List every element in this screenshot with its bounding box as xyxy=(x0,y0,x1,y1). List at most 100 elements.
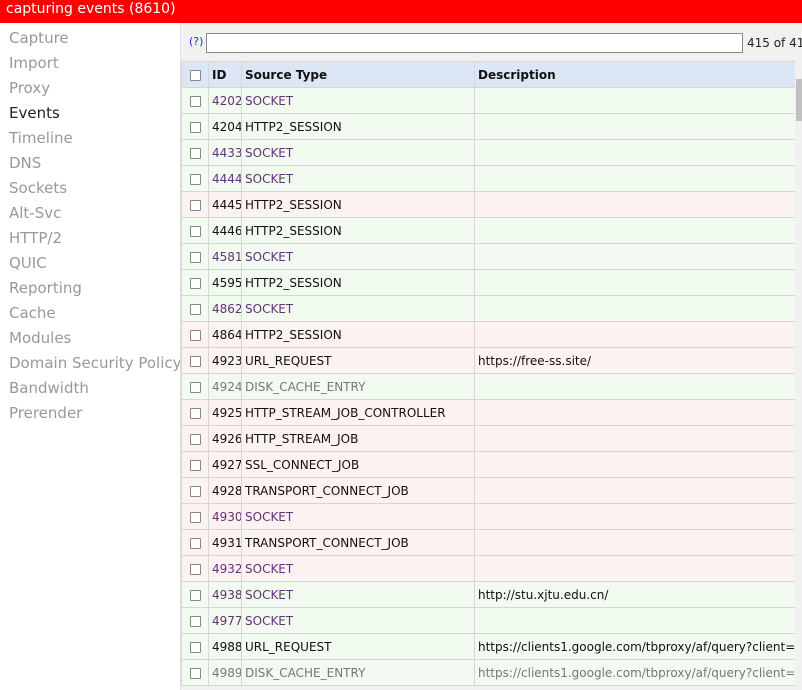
row-checkbox[interactable] xyxy=(189,485,201,497)
sidebar-item-cache[interactable]: Cache xyxy=(0,302,180,327)
row-id: 4864 xyxy=(208,321,242,348)
row-select-cell xyxy=(181,217,209,244)
select-all-checkbox[interactable] xyxy=(189,69,201,81)
table-row[interactable]: 4930 SOCKET xyxy=(181,503,802,530)
table-row[interactable]: 4928 TRANSPORT_CONNECT_JOB xyxy=(181,477,802,504)
table-row[interactable]: 4931 TRANSPORT_CONNECT_JOB xyxy=(181,529,802,556)
sidebar-item-import[interactable]: Import xyxy=(0,52,180,77)
row-checkbox[interactable] xyxy=(189,121,201,133)
table-row[interactable]: 4202 SOCKET xyxy=(181,87,802,114)
table-row[interactable]: 4445 HTTP2_SESSION xyxy=(181,191,802,218)
row-select-cell xyxy=(181,165,209,192)
sidebar-item-capture[interactable]: Capture xyxy=(0,27,180,52)
row-checkbox[interactable] xyxy=(189,355,201,367)
row-id: 4927 xyxy=(208,451,242,478)
row-checkbox[interactable] xyxy=(189,95,201,107)
table-row[interactable]: 4581 SOCKET xyxy=(181,243,802,270)
sidebar-item-timeline[interactable]: Timeline xyxy=(0,127,180,152)
row-select-cell xyxy=(181,87,209,114)
table-row[interactable]: 4923 URL_REQUEST https://free-ss.site/ xyxy=(181,347,802,374)
row-checkbox[interactable] xyxy=(189,199,201,211)
sidebar-item-reporting[interactable]: Reporting xyxy=(0,277,180,302)
row-id: 4446 xyxy=(208,217,242,244)
row-id: 4862 xyxy=(208,295,242,322)
table-row[interactable]: 4938 SOCKET http://stu.xjtu.edu.cn/ xyxy=(181,581,802,608)
sidebar-item-proxy[interactable]: Proxy xyxy=(0,77,180,102)
row-select-cell xyxy=(181,347,209,374)
row-checkbox[interactable] xyxy=(189,433,201,445)
sidebar-item-http-2[interactable]: HTTP/2 xyxy=(0,227,180,252)
row-select-cell xyxy=(181,477,209,504)
row-checkbox[interactable] xyxy=(189,511,201,523)
column-header-source-type[interactable]: Source Type xyxy=(241,61,475,88)
sidebar-item-prerender[interactable]: Prerender xyxy=(0,402,180,427)
sidebar-item-dns[interactable]: DNS xyxy=(0,152,180,177)
row-source-type: HTTP2_SESSION xyxy=(241,217,475,244)
row-select-cell xyxy=(181,451,209,478)
sidebar-item-quic[interactable]: QUIC xyxy=(0,252,180,277)
row-checkbox[interactable] xyxy=(189,589,201,601)
row-id: 4924 xyxy=(208,373,242,400)
row-source-type: SOCKET xyxy=(241,503,475,530)
table-row[interactable]: 4977 SOCKET xyxy=(181,607,802,634)
row-source-type: SOCKET xyxy=(241,581,475,608)
row-description xyxy=(474,399,802,426)
row-id: 4977 xyxy=(208,607,242,634)
sidebar-item-alt-svc[interactable]: Alt-Svc xyxy=(0,202,180,227)
row-checkbox[interactable] xyxy=(189,537,201,549)
sidebar-item-events[interactable]: Events xyxy=(0,102,180,127)
row-select-cell xyxy=(181,373,209,400)
row-checkbox[interactable] xyxy=(189,225,201,237)
table-row[interactable]: 4446 HTTP2_SESSION xyxy=(181,217,802,244)
row-source-type: URL_REQUEST xyxy=(241,633,475,660)
table-row[interactable]: 4444 SOCKET xyxy=(181,165,802,192)
table-row[interactable]: 4862 SOCKET xyxy=(181,295,802,322)
row-checkbox[interactable] xyxy=(189,303,201,315)
row-select-cell xyxy=(181,529,209,556)
sidebar-item-domain-security-policy[interactable]: Domain Security Policy xyxy=(0,352,182,377)
row-id: 4444 xyxy=(208,165,242,192)
row-description xyxy=(474,321,802,348)
row-source-type: TRANSPORT_CONNECT_JOB xyxy=(241,477,475,504)
table-row[interactable]: 4989 DISK_CACHE_ENTRY https://clients1.goo… xyxy=(181,659,802,686)
row-checkbox[interactable] xyxy=(189,563,201,575)
table-row[interactable]: 4927 SSL_CONNECT_JOB xyxy=(181,451,802,478)
sidebar-item-bandwidth[interactable]: Bandwidth xyxy=(0,377,180,402)
table-row[interactable]: 4864 HTTP2_SESSION xyxy=(181,321,802,348)
row-description xyxy=(474,555,802,582)
sidebar-item-modules[interactable]: Modules xyxy=(0,327,180,352)
table-row[interactable]: 4932 SOCKET xyxy=(181,555,802,582)
filter-count: 415 of 415 xyxy=(747,36,802,50)
row-checkbox[interactable] xyxy=(189,407,201,419)
row-checkbox[interactable] xyxy=(189,251,201,263)
row-checkbox[interactable] xyxy=(189,459,201,471)
row-source-type: HTTP2_SESSION xyxy=(241,269,475,296)
row-description xyxy=(474,529,802,556)
row-checkbox[interactable] xyxy=(189,641,201,653)
row-checkbox[interactable] xyxy=(189,615,201,627)
table-row[interactable]: 4925 HTTP_STREAM_JOB_CONTROLLER xyxy=(181,399,802,426)
row-checkbox[interactable] xyxy=(189,147,201,159)
row-checkbox[interactable] xyxy=(189,329,201,341)
row-checkbox[interactable] xyxy=(189,173,201,185)
table-row[interactable]: 4204 HTTP2_SESSION xyxy=(181,113,802,140)
table-row[interactable]: 4988 URL_REQUEST https://clients1.google.c… xyxy=(181,633,802,660)
table-scrollbar[interactable] xyxy=(795,61,802,690)
filter-help-link[interactable]: (?) xyxy=(189,35,203,48)
row-description xyxy=(474,217,802,244)
sidebar-item-sockets[interactable]: Sockets xyxy=(0,177,180,202)
table-row[interactable]: 4595 HTTP2_SESSION xyxy=(181,269,802,296)
scrollbar-thumb[interactable] xyxy=(796,79,802,121)
filter-input[interactable] xyxy=(206,33,743,53)
row-checkbox[interactable] xyxy=(189,667,201,679)
table-row[interactable]: 4433 SOCKET xyxy=(181,139,802,166)
row-source-type: SOCKET xyxy=(241,243,475,270)
row-checkbox[interactable] xyxy=(189,381,201,393)
row-id: 4932 xyxy=(208,555,242,582)
table-row[interactable]: 4926 HTTP_STREAM_JOB xyxy=(181,425,802,452)
row-checkbox[interactable] xyxy=(189,277,201,289)
column-header-id[interactable]: ID xyxy=(208,61,242,88)
column-header-description[interactable]: Description xyxy=(474,61,802,88)
row-source-type: SOCKET xyxy=(241,139,475,166)
table-row[interactable]: 4924 DISK_CACHE_ENTRY xyxy=(181,373,802,400)
